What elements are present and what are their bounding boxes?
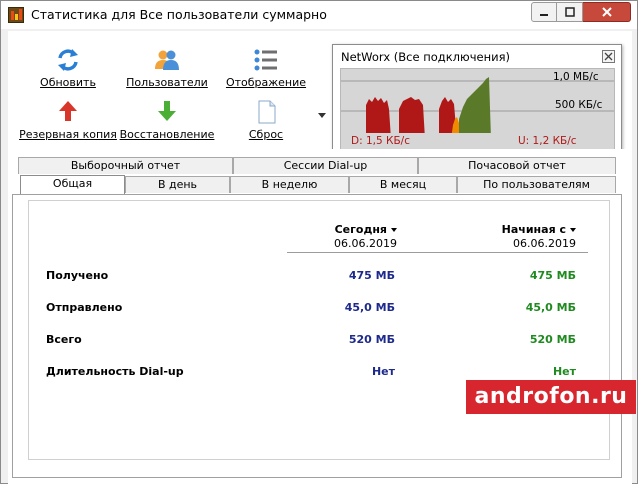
row-dialup-label: Длительность Dial-up [46,365,184,378]
column-today-date: 06.06.2019 [334,237,397,250]
blank-page-icon [253,99,279,125]
users-icon [154,47,180,73]
maximize-button[interactable] [557,2,583,22]
column-since-header[interactable]: Начиная с [461,223,576,236]
download-speed: D: 1,5 КБ/с [351,135,410,147]
row-dialup-since: Нет [552,365,576,378]
app-window: Статистика для Все пользователи суммарно… [0,0,638,484]
refresh-button[interactable]: Обновить [13,47,123,89]
traffic-graph-window[interactable]: NetWorx (Все подключения) 1,0 МБ/с 500 К… [332,44,622,154]
tab-weekly[interactable]: В неделю [230,176,349,193]
app-icon[interactable] [8,7,24,23]
tab-custom-report[interactable]: Выборочный отчет [18,157,233,174]
graph-title: NetWorx (Все подключения) [341,50,510,64]
row-dialup-today: Нет [371,365,395,378]
column-today-header[interactable]: Сегодня [291,223,397,236]
row-received-today: 475 МБ [348,269,395,282]
tab-by-users[interactable]: По пользователям [457,176,616,193]
graph-scale-mid: 500 КБ/с [555,99,603,111]
refresh-icon [55,47,81,73]
close-icon [604,52,613,61]
close-button[interactable] [583,2,631,22]
tab-monthly[interactable]: В месяц [349,176,457,193]
row-total-today: 520 МБ [348,333,395,346]
arrow-down-icon [154,99,180,125]
reset-button[interactable]: Сброс [211,99,321,141]
row-sent-since: 45,0 МБ [525,301,576,314]
arrow-up-icon [55,99,81,125]
maximize-icon [564,7,575,17]
graph-speed-footer: D: 1,5 КБ/с U: 1,2 КБ/с [340,133,615,150]
row-sent-today: 45,0 МБ [344,301,395,314]
backup-button[interactable]: Резервная копия [13,99,123,141]
minimize-icon [540,14,548,16]
users-button[interactable]: Пользователи [112,47,222,89]
restore-label: Восстановление [119,128,215,141]
download-burst-2 [399,97,425,137]
list-display-icon [253,47,279,73]
caret-down-icon [391,228,397,232]
tab-daily[interactable]: В день [125,176,230,193]
upload-speed: U: 1,2 КБ/с [518,135,577,147]
upload-burst [459,77,491,137]
refresh-label: Обновить [40,76,96,89]
toolbar-more-icon[interactable] [318,113,326,118]
title-bar[interactable]: Статистика для Все пользователи суммарно [1,1,637,29]
display-button[interactable]: Отображение [211,47,321,89]
tab-general[interactable]: Общая [20,175,125,194]
header-divider [287,252,588,253]
graph-scale-top: 1,0 МБ/с [553,71,599,83]
users-label: Пользователи [126,76,208,89]
column-since-date: 06.06.2019 [513,237,576,250]
close-icon [601,7,612,17]
reset-label: Сброс [248,128,284,141]
caret-down-icon [570,228,576,232]
backup-label: Резервная копия [19,128,117,141]
row-received-label: Получено [46,269,109,282]
row-total-since: 520 МБ [529,333,576,346]
restore-button[interactable]: Восстановление [112,99,222,141]
window-title: Статистика для Все пользователи суммарно [31,7,327,22]
watermark-badge: androfon.ru [466,380,636,414]
tab-hourly-report[interactable]: Почасовой отчет [418,157,616,174]
minimize-button[interactable] [531,2,557,22]
tab-dialup-sessions[interactable]: Сессии Dial-up [233,157,418,174]
row-total-label: Всего [46,333,82,346]
display-label: Отображение [225,76,307,89]
row-received-since: 475 МБ [529,269,576,282]
download-burst-1 [366,97,391,137]
graph-close-button[interactable] [602,50,615,63]
row-sent-label: Отправлено [46,301,123,314]
